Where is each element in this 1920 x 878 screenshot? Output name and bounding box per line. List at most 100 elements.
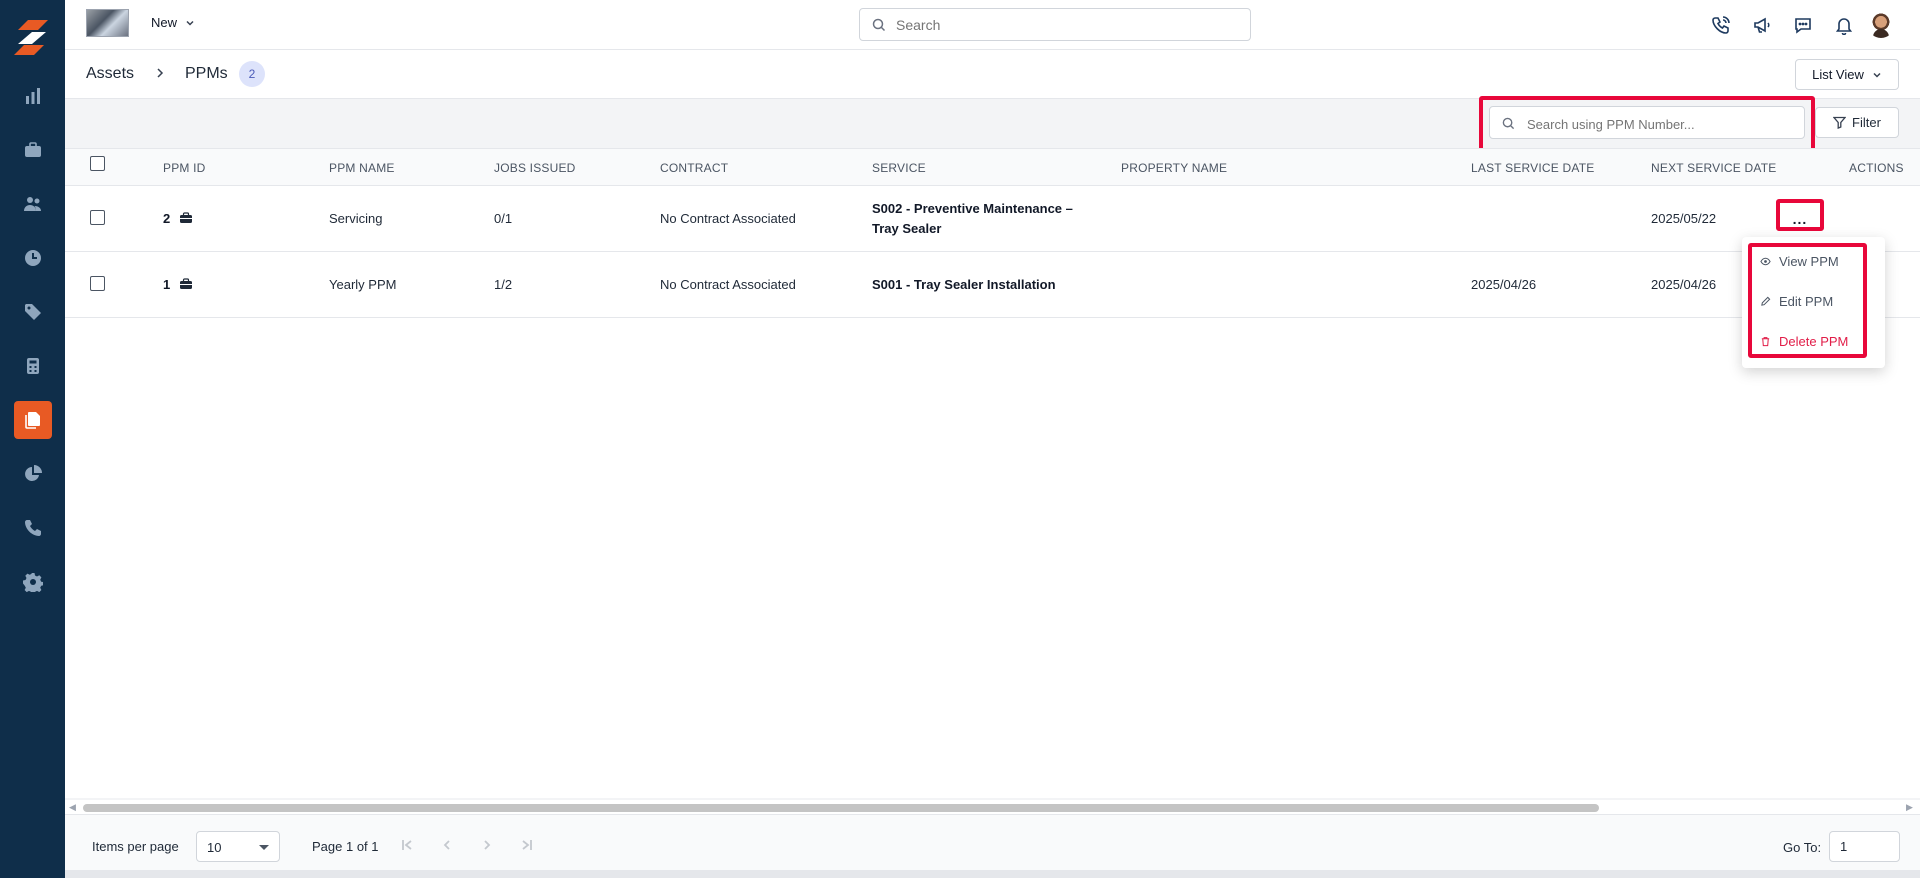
new-dropdown-button[interactable]: New [151, 15, 195, 30]
ppm-search-input[interactable] [1527, 114, 1797, 134]
jobs-issued-cell: 0/1 [494, 211, 513, 226]
table-row[interactable]: 2 Servicing 0/1 No Contract Associated S… [65, 186, 1920, 252]
row-checkbox[interactable] [90, 276, 105, 291]
nav-settings-gear-icon[interactable] [14, 563, 52, 601]
asset-thumbnail-image[interactable] [86, 9, 129, 37]
briefcase-icon [180, 278, 193, 289]
nav-briefcase-icon[interactable] [14, 131, 52, 169]
eye-icon [1760, 257, 1771, 266]
nav-tag-icon[interactable] [14, 293, 52, 331]
chevron-down-icon [186, 20, 194, 26]
next-service-date-cell: 2025/04/26 [1651, 277, 1717, 292]
menu-item-edit-ppm[interactable]: Edit PPM [1760, 294, 1833, 309]
sidebar [0, 0, 65, 878]
global-search-input[interactable] [896, 15, 1236, 35]
jobs-issued-cell: 1/2 [494, 277, 513, 292]
row-checkbox[interactable] [90, 210, 105, 225]
megaphone-icon[interactable] [1750, 13, 1774, 37]
service-line: S002 - Preventive Maintenance – [872, 201, 1073, 216]
breadcrumb-assets-link[interactable]: Assets [86, 65, 134, 83]
col-contract[interactable]: CONTRACT [660, 161, 728, 175]
service-cell[interactable]: S001 - Tray Sealer Installation [872, 275, 1056, 295]
items-per-page-label: Items per page [92, 839, 179, 854]
ppm-name-cell: Servicing [329, 211, 383, 226]
col-last-service-date[interactable]: LAST SERVICE DATE [1471, 161, 1594, 175]
chat-message-icon[interactable] [1791, 13, 1815, 37]
list-view-dropdown[interactable]: List View [1795, 59, 1899, 90]
nav-phone-icon[interactable] [14, 509, 52, 547]
next-page-icon[interactable] [476, 835, 498, 855]
filter-button[interactable]: Filter [1815, 107, 1899, 138]
notification-bell-icon[interactable] [1832, 13, 1856, 37]
menu-item-delete-ppm[interactable]: Delete PPM [1760, 334, 1848, 349]
last-service-date-cell: 2025/04/26 [1471, 277, 1537, 292]
row-actions-menu: View PPM Edit PPM Delete PPM [1742, 237, 1885, 368]
row-actions-button[interactable]: ... [1783, 209, 1817, 229]
pagination-bar: Items per page 10 Page 1 of 1 Go To: [65, 814, 1920, 870]
nav-dashboard-icon[interactable] [14, 77, 52, 115]
goto-page-input[interactable] [1829, 831, 1900, 862]
col-property-name[interactable]: PROPERTY NAME [1121, 161, 1227, 175]
col-next-service-date[interactable]: NEXT SERVICE DATE [1651, 161, 1776, 175]
table-row[interactable]: 1 Yearly PPM 1/2 No Contract Associated … [65, 252, 1920, 318]
top-bar: New [65, 0, 1920, 50]
service-line: Tray Sealer [872, 221, 942, 236]
col-service[interactable]: SERVICE [872, 161, 926, 175]
nav-users-icon[interactable] [14, 185, 52, 223]
list-view-label: List View [1812, 67, 1864, 82]
ppm-id-value: 1 [163, 277, 171, 292]
items-per-page-value: 10 [207, 840, 222, 855]
page-indicator: Page 1 of 1 [312, 839, 379, 854]
service-cell[interactable]: S002 - Preventive Maintenance – Tray Sea… [872, 199, 1073, 239]
funnel-filter-icon [1833, 116, 1847, 129]
ppm-id-value: 2 [163, 211, 171, 226]
menu-item-label: View PPM [1779, 254, 1839, 269]
last-page-icon[interactable] [516, 835, 538, 855]
ppm-search-box[interactable] [1489, 106, 1805, 139]
col-jobs-issued[interactable]: JOBS ISSUED [494, 161, 576, 175]
phone-call-icon[interactable] [1709, 13, 1733, 37]
menu-item-label: Edit PPM [1779, 294, 1834, 309]
app-logo[interactable] [14, 18, 50, 56]
global-search-box[interactable] [859, 8, 1251, 41]
breadcrumb: Assets PPMs 2 List View [65, 50, 1920, 99]
briefcase-icon [180, 212, 193, 223]
nav-clock-icon[interactable] [14, 239, 52, 277]
service-line: S001 - Tray Sealer Installation [872, 277, 1056, 292]
contract-cell: No Contract Associated [660, 211, 796, 226]
col-actions: ACTIONS [1849, 161, 1904, 175]
ppm-id-cell[interactable]: 2 [163, 211, 193, 226]
ppm-table: PPM ID PPM NAME JOBS ISSUED CONTRACT SER… [65, 148, 1920, 798]
page-title: PPMs [185, 65, 228, 82]
nav-calculator-icon[interactable] [14, 347, 52, 385]
nav-pie-chart-icon[interactable] [14, 455, 52, 493]
user-avatar[interactable] [1868, 12, 1894, 38]
menu-item-view-ppm[interactable]: View PPM [1760, 254, 1839, 269]
first-page-icon[interactable] [396, 835, 418, 855]
select-all-checkbox[interactable] [90, 156, 105, 171]
col-ppm-name[interactable]: PPM NAME [329, 161, 395, 175]
chevron-right-icon [157, 68, 164, 78]
ppm-name-cell: Yearly PPM [329, 277, 397, 292]
scroll-right-arrow-icon[interactable]: ▶ [1906, 802, 1913, 813]
search-icon [1502, 117, 1515, 130]
col-ppm-id[interactable]: PPM ID [163, 161, 206, 175]
new-label: New [151, 15, 178, 30]
filter-label: Filter [1852, 115, 1881, 130]
pencil-icon [1761, 296, 1771, 306]
goto-label: Go To: [1783, 840, 1822, 855]
chevron-down-icon [1873, 72, 1881, 78]
menu-item-label: Delete PPM [1779, 334, 1849, 349]
ppm-count-badge: 2 [239, 61, 265, 87]
contract-cell: No Contract Associated [660, 277, 796, 292]
items-per-page-select[interactable]: 10 [196, 831, 280, 862]
scroll-left-arrow-icon[interactable]: ◀ [69, 802, 76, 813]
search-icon [872, 18, 886, 32]
scrollbar-thumb[interactable] [83, 804, 1599, 812]
trash-icon [1761, 337, 1770, 347]
ppm-id-cell[interactable]: 1 [163, 277, 193, 292]
prev-page-icon[interactable] [436, 835, 458, 855]
nav-ppm-documents-icon[interactable] [14, 401, 52, 439]
caret-down-icon [259, 845, 269, 850]
bottom-divider [65, 870, 1920, 878]
